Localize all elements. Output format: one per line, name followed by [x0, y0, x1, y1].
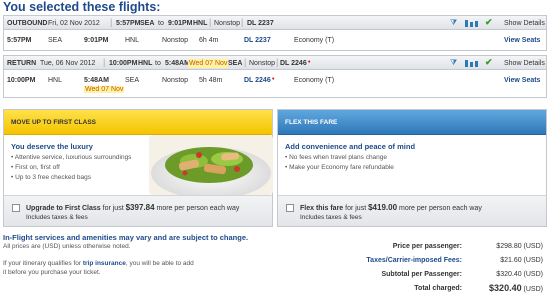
outbound-flight-box: OUTBOUND Fri, 02 Nov 2012 | 5:57PM SEA t…: [3, 15, 547, 51]
first-class-header: MOVE UP TO FIRST CLASS: [4, 110, 272, 135]
flex-fare-option: Flex this fare for just $419.00 more per…: [278, 195, 546, 226]
outbound-row-from: SEA: [48, 37, 63, 44]
taxes-fees-link[interactable]: Taxes/Carrier-imposed Fees:: [366, 257, 462, 264]
price-per-passenger-value: $298.80 (USD): [496, 243, 543, 250]
first-class-upsell: MOVE UP TO FIRST CLASS You deserve the l…: [3, 109, 273, 227]
check-icon: ✔: [485, 57, 493, 67]
outbound-view-seats-link[interactable]: View Seats: [504, 37, 540, 44]
flex-fare-header-label: FLEX THIS FARE: [285, 119, 338, 126]
first-class-option-text: Upgrade to First Class for just $397.84 …: [26, 203, 240, 213]
flex-fare-header: FLEX THIS FARE: [278, 110, 546, 135]
return-row-cabin: Economy (T): [294, 77, 335, 84]
return-stops: Nonstop: [249, 60, 276, 67]
outbound-row-cabin: Economy (T): [294, 37, 335, 44]
outbound-row-flight-link[interactable]: DL 2237: [244, 37, 271, 44]
return-row-to: SEA: [125, 77, 140, 84]
insurance-note-line2: it before you purchase your ticket.: [3, 269, 101, 276]
return-row-from: HNL: [48, 77, 63, 84]
flex-fare-bullet: • Make your Economy fare refundable: [285, 164, 394, 171]
first-class-bullet: • First on, first off: [11, 164, 60, 171]
return-arrive-day-highlight: Wed 07 Nov: [188, 59, 229, 68]
outbound-row-arrive: 9:01PM: [84, 37, 109, 44]
outbound-depart-time: 5:57PM: [116, 20, 141, 27]
insurance-note: If your itinerary qualifies for trip ins…: [3, 260, 194, 267]
return-summary-bar: RETURN Tue, 06 Nov 2012 | 10:00PM HNL to…: [4, 56, 546, 70]
flex-fare-checkbox[interactable]: [286, 204, 294, 212]
outbound-stops: Nonstop: [214, 20, 241, 27]
outbound-flight-number: DL 2237: [247, 20, 274, 27]
alert-dot-icon: •: [272, 76, 275, 83]
divider: |: [103, 57, 106, 67]
flex-fare-option-text: Flex this fare for just $419.00 more per…: [300, 203, 482, 213]
return-show-details-link[interactable]: Show Details: [504, 60, 545, 67]
first-class-heading: You deserve the luxury: [11, 142, 93, 151]
outbound-date: Fri, 02 Nov 2012: [48, 20, 100, 27]
flex-fare-body: Add convenience and peace of mind • No f…: [278, 135, 546, 195]
price-per-passenger-label: Price per passenger:: [392, 243, 462, 250]
total-charged-label: Total charged:: [414, 285, 462, 292]
outbound-row-stops: Nonstop: [162, 37, 189, 44]
power-icon: [465, 20, 479, 29]
outbound-row-depart: 5:57PM: [7, 37, 32, 44]
divider: |: [244, 57, 247, 67]
alert-dot-icon: •: [308, 59, 311, 66]
return-view-seats-link[interactable]: View Seats: [504, 77, 540, 84]
outbound-label: OUTBOUND: [7, 20, 48, 27]
salad-image: [149, 135, 273, 195]
return-to-word: to: [155, 60, 161, 67]
power-icon: [465, 60, 479, 69]
outbound-flight-row: 5:57PM SEA 9:01PM HNL Nonstop 6h 4m DL 2…: [4, 30, 546, 50]
divider: |: [209, 17, 212, 27]
return-row-stops: Nonstop: [162, 77, 189, 84]
first-class-body: You deserve the luxury • Attentive servi…: [4, 135, 273, 195]
check-icon: ✔: [485, 17, 493, 27]
return-flight-number: DL 2246: [280, 60, 307, 67]
divider: |: [276, 57, 279, 67]
page-title: You selected these flights:: [3, 0, 161, 14]
first-class-includes: Includes taxes & fees: [26, 214, 88, 221]
subtotal-value: $320.40 (USD): [496, 271, 543, 278]
usd-note: All prices are (USD) unless otherwise no…: [3, 243, 131, 250]
outbound-row-duration: 6h 4m: [199, 37, 219, 44]
return-row-arrive-day: Wed 07 Nov: [84, 86, 125, 93]
subtotal-label: Subtotal per Passenger:: [381, 271, 462, 278]
return-flight-box: RETURN Tue, 06 Nov 2012 | 10:00PM HNL to…: [3, 55, 547, 98]
flex-fare-bullet: • No fees when travel plans change: [285, 154, 388, 161]
outbound-arrive-time: 9:01PM: [168, 20, 193, 27]
first-class-bullet: • Attentive service, luxurious surroundi…: [11, 154, 132, 161]
divider: |: [241, 17, 244, 27]
return-label: RETURN: [7, 60, 37, 67]
wifi-icon: ⧩: [450, 58, 458, 67]
first-class-option: Upgrade to First Class for just $397.84 …: [4, 195, 272, 226]
trip-insurance-link[interactable]: trip insurance: [83, 260, 126, 267]
return-to: SEA: [228, 60, 243, 67]
return-row-depart: 10:00PM: [7, 77, 36, 84]
outbound-show-details-link[interactable]: Show Details: [504, 20, 545, 27]
taxes-fees-value: $21.60 (USD): [500, 257, 543, 264]
first-class-bullet: • Up to 3 free checked bags: [11, 174, 91, 181]
outbound-row-to: HNL: [125, 37, 140, 44]
outbound-from: SEA: [140, 20, 155, 27]
divider: |: [110, 17, 113, 27]
flex-fare-includes: Includes taxes & fees: [300, 214, 362, 221]
outbound-to-word: to: [158, 20, 164, 27]
return-depart-time: 10:00PM: [109, 60, 138, 67]
inflight-note: In-Flight services and amenities may var…: [3, 233, 249, 242]
first-class-header-label: MOVE UP TO FIRST CLASS: [11, 119, 96, 126]
outbound-to: HNL: [193, 20, 208, 27]
flex-fare-heading: Add convenience and peace of mind: [285, 142, 416, 151]
return-date: Tue, 06 Nov 2012: [40, 60, 96, 67]
return-row-arrive: 5:48AM: [84, 77, 109, 84]
outbound-summary-bar: OUTBOUND Fri, 02 Nov 2012 | 5:57PM SEA t…: [4, 16, 546, 30]
first-class-checkbox[interactable]: [12, 204, 20, 212]
total-charged-value: $320.40 (USD): [489, 283, 543, 293]
wifi-icon: ⧩: [450, 18, 458, 27]
flex-fare-upsell: FLEX THIS FARE Add convenience and peace…: [277, 109, 547, 227]
return-row-duration: 5h 48m: [199, 77, 223, 84]
return-flight-row: 10:00PM HNL 5:48AM Wed 07 Nov SEA Nonsto…: [4, 70, 546, 97]
return-row-flight-link[interactable]: DL 2246: [244, 77, 271, 84]
return-arrive-time: 5:48AM: [165, 60, 190, 67]
return-from: HNL: [138, 60, 153, 67]
